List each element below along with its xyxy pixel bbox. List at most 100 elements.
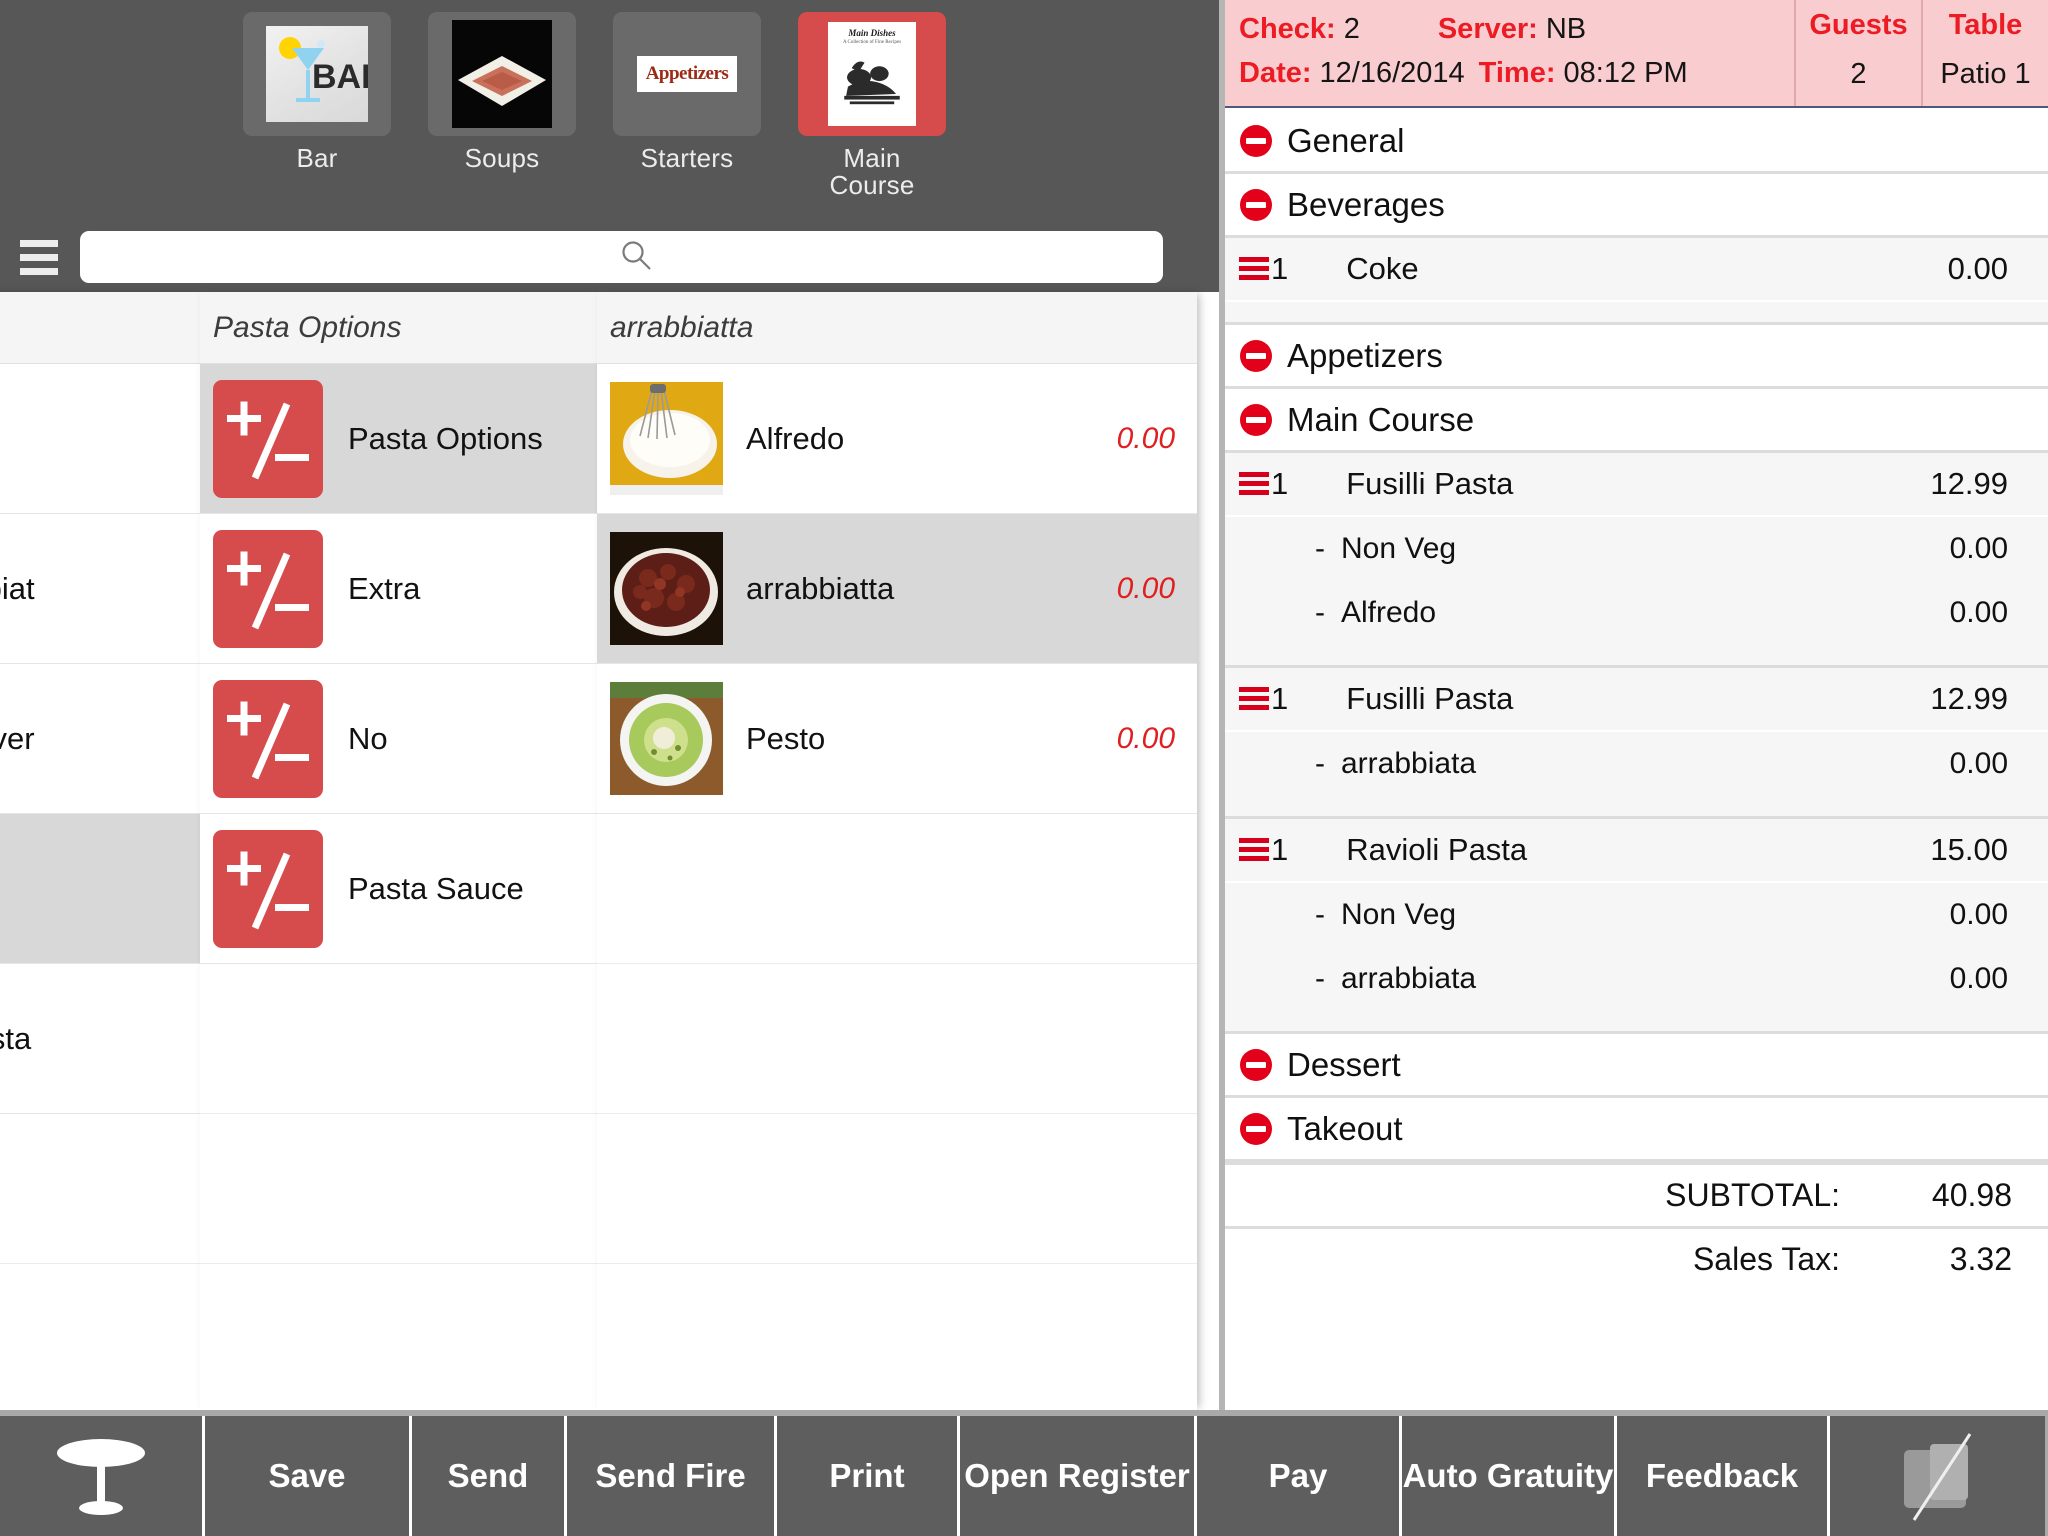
order-section-header[interactable]: Dessert — [1225, 1034, 2048, 1098]
search-row — [0, 222, 1219, 292]
check-header-info: Check: 2 Server: NB Date: 12/16/2014 Tim… — [1225, 0, 1794, 106]
toolbar-save-button[interactable]: Save — [205, 1416, 412, 1536]
order-modifier-row[interactable]: - Alfredo 0.00 — [1225, 581, 2048, 645]
pasta-option-row[interactable]: Extra — [200, 514, 597, 664]
toolbar-button-label: Save — [268, 1457, 346, 1494]
toolbar-open-register-button[interactable]: Open Register — [960, 1416, 1197, 1536]
order-section-header[interactable]: General — [1225, 110, 2048, 174]
category-thumb-wrap: Appetizers — [613, 12, 761, 136]
totals-value: 40.98 — [1931, 1177, 2012, 1213]
totals-label: Sales Tax: — [1692, 1241, 1840, 1277]
order-item-group[interactable]: 1 Fusilli Pasta 12.99 - Non Veg 0.00 - Alfredo 0… — [1225, 453, 2048, 668]
hamburger-menu-icon[interactable] — [0, 222, 78, 292]
sauce-row[interactable]: Alfredo 0.00 — [597, 364, 1197, 514]
menu-item-row[interactable]: usilli Pasta — [0, 364, 200, 514]
order-modifier-row[interactable]: - arrabbiata 0.00 — [1225, 947, 2048, 1011]
pasta-option-row[interactable]: No — [200, 664, 597, 814]
toolbar-feedback-button[interactable]: Feedback — [1617, 1416, 1830, 1536]
order-item-row[interactable]: 1 Ravioli Pasta 15.00 — [1225, 819, 2048, 883]
plus-minus-icon[interactable] — [213, 379, 323, 498]
toolbar-send-fire-button[interactable]: Send Fire — [567, 1416, 777, 1536]
order-modifier-row[interactable]: - arrabbiata 0.00 — [1225, 732, 2048, 796]
lines-icon[interactable] — [1239, 256, 1269, 282]
menu-item-row[interactable]: enne Primaver — [0, 664, 200, 814]
sauce-price: 0.00 — [1116, 571, 1175, 605]
order-modifier-row[interactable]: - Non Veg 0.00 — [1225, 517, 2048, 581]
category-tab-bar[interactable]: BAR Bar — [243, 0, 391, 172]
category-thumb: BAR — [266, 20, 368, 128]
order-item-group[interactable]: 1 Fusilli Pasta 12.99 - arrabbiata 0.00 — [1225, 668, 2048, 819]
no-sale-icon[interactable] — [1830, 1416, 2045, 1536]
main-dishes-thumbnail: Main Dishes A Collection of Fine Recipes — [828, 22, 916, 126]
sauce-price: 0.00 — [1116, 421, 1175, 455]
table-label: Table — [1948, 9, 2023, 41]
category-tab-starters[interactable]: Appetizers Starters — [613, 0, 761, 172]
order-item-row[interactable]: 1 Fusilli Pasta 12.99 — [1225, 453, 2048, 517]
lines-icon[interactable] — [1239, 686, 1269, 712]
plus-minus-icon[interactable] — [213, 829, 323, 948]
toolbar-send-button[interactable]: Send — [412, 1416, 567, 1536]
sauce-label: arrabbiatta — [746, 570, 895, 606]
pasta-option-row[interactable]: Pasta Options — [200, 364, 597, 514]
check-header: Check: 2 Server: NB Date: 12/16/2014 Tim… — [1225, 0, 2048, 108]
modifier-name: arrabbiata — [1341, 747, 1477, 780]
check-server-line: Check: 2 Server: NB — [1239, 13, 1794, 57]
order-item-name: Fusilli Pasta — [1346, 466, 1514, 501]
order-item-row[interactable]: 1 Coke 0.00 — [1225, 238, 2048, 302]
order-item-group[interactable]: 1 Ravioli Pasta 15.00- Non Veg 0.00- arrabbia… — [1225, 819, 2048, 1034]
sauce-list: Alfredo 0.00 arrabbiatta 0.00 Pesto 0.00 — [597, 364, 1197, 1264]
order-section-header[interactable]: Main Course — [1225, 389, 2048, 453]
lines-icon[interactable] — [1239, 471, 1269, 497]
menu-item-list: usilli Pasta enne Arrabbiat enne Primaver a… — [0, 364, 200, 1536]
order-section-header[interactable]: Appetizers — [1225, 325, 2048, 389]
sauce-row[interactable]: arrabbiatta 0.00 — [597, 514, 1197, 664]
toolbar-button-label: Open Register — [964, 1457, 1190, 1494]
lines-icon[interactable] — [1239, 837, 1269, 863]
pasta-option-label: Pasta Options — [348, 420, 543, 456]
minus-circle-icon[interactable] — [1239, 124, 1273, 158]
order-section-header[interactable]: Takeout — [1225, 1098, 2048, 1162]
category-tab-soups[interactable]: Soups — [428, 0, 576, 172]
order-list[interactable]: General Beverages 1 Coke 0.00 Appetizers Main … — [1225, 110, 2048, 1290]
sauce-row[interactable]: Pesto 0.00 — [597, 664, 1197, 814]
arrabbiatta-sauce-photo — [610, 532, 723, 645]
minus-circle-icon[interactable] — [1239, 1048, 1273, 1082]
toolbar-print-button[interactable]: Print — [777, 1416, 960, 1536]
category-tab-main-course[interactable]: Main Dishes A Collection of Fine Recipes M… — [798, 0, 946, 200]
sauce-price: 0.00 — [1116, 721, 1175, 755]
table-cell[interactable]: Table Patio 1 — [1921, 0, 2048, 106]
menu-item-row[interactable]: enne Arrabbiat — [0, 514, 200, 664]
soups-thumbnail — [452, 20, 552, 128]
order-item-group[interactable]: 1 Coke 0.00 — [1225, 238, 2048, 325]
pasta-option-row[interactable]: Pasta Sauce — [200, 814, 597, 964]
search-input[interactable] — [80, 231, 1163, 283]
menu-item-row[interactable]: avioli Pasta — [0, 814, 200, 964]
toolbar-pay-button[interactable]: Pay — [1197, 1416, 1402, 1536]
minus-circle-icon[interactable] — [1239, 1112, 1273, 1146]
minus-circle-icon[interactable] — [1239, 339, 1273, 373]
guests-cell[interactable]: Guests 2 — [1794, 0, 1921, 106]
plus-minus-icon[interactable] — [213, 679, 323, 798]
plus-minus-glyph — [227, 701, 309, 779]
menu-item-label: paghetti Pasta — [0, 1020, 32, 1056]
menu-item-row-empty — [0, 1114, 200, 1264]
modifier-price: 0.00 — [1949, 962, 2008, 995]
toolbar-auto-gratuity-button[interactable]: Auto Gratuity — [1402, 1416, 1617, 1536]
plus-minus-icon[interactable] — [213, 529, 323, 648]
order-section-header[interactable]: Beverages — [1225, 174, 2048, 238]
order-item-qty: 1 — [1271, 681, 1289, 716]
order-modifier-row[interactable]: - Non Veg 0.00 — [1225, 883, 2048, 947]
column-header — [0, 292, 200, 364]
order-item-row[interactable]: 1 Fusilli Pasta 12.99 — [1225, 668, 2048, 732]
minus-circle-icon[interactable] — [1239, 188, 1273, 222]
table-icon[interactable] — [0, 1416, 205, 1536]
category-tab-label: Bar — [296, 143, 338, 173]
modifier-dash: - — [1315, 747, 1325, 780]
category-tab-label: Starters — [640, 143, 734, 173]
menu-item-row[interactable]: paghetti Pasta — [0, 964, 200, 1114]
modifier-name: Alfredo — [1341, 596, 1437, 629]
minus-circle-icon[interactable] — [1239, 403, 1273, 437]
